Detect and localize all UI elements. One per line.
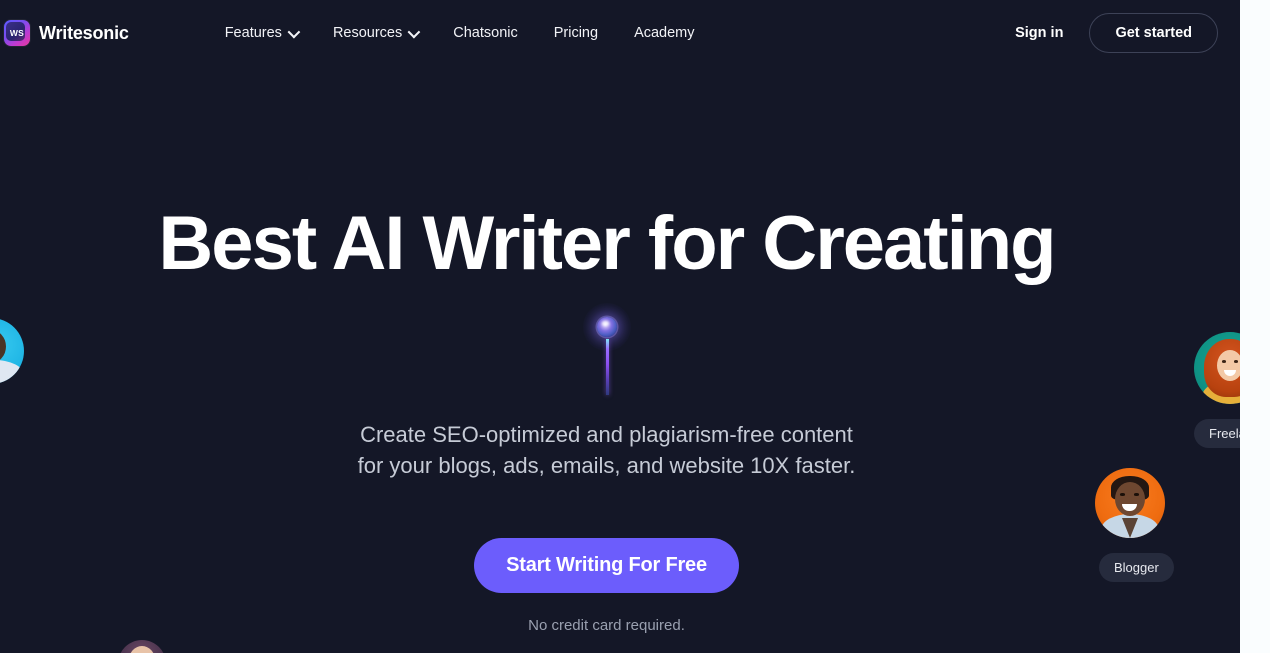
hero-subtext-line1: Create SEO-optimized and plagiarism-free… [360, 422, 853, 447]
nav-item-features[interactable]: Features [207, 19, 315, 47]
nav-item-chatsonic[interactable]: Chatsonic [435, 19, 535, 47]
sign-in-link[interactable]: Sign in [1015, 25, 1063, 41]
nav-label-chatsonic: Chatsonic [453, 25, 518, 41]
avatar-freelancer-label: Freelancer [1194, 419, 1240, 448]
logo-mark-text: WS [9, 28, 25, 38]
landing-page: WS Writesonic Features Resources Chatson… [0, 0, 1240, 653]
avatar-face [129, 646, 155, 653]
hero-section: Best AI Writer for Creating Create SEO-o… [0, 0, 1240, 653]
page-title: Best AI Writer for Creating [158, 201, 1056, 286]
avatar-blogger [1095, 468, 1165, 538]
avatar-eye-left [1222, 360, 1226, 363]
avatar-blogger-label: Blogger [1099, 553, 1174, 582]
get-started-button[interactable]: Get started [1089, 13, 1218, 53]
avatar-body [0, 360, 24, 384]
nav-label-academy: Academy [634, 25, 695, 41]
chevron-down-icon [287, 25, 301, 38]
writesonic-logo-icon: WS [4, 20, 30, 46]
avatar-eye-right [1134, 493, 1139, 496]
nav-label-pricing: Pricing [553, 25, 599, 41]
gradient-beam-icon [606, 339, 609, 395]
nav-item-academy[interactable]: Academy [616, 19, 712, 47]
chevron-down-icon [407, 25, 421, 38]
nav-item-resources[interactable]: Resources [315, 19, 435, 47]
avatar-bottom [118, 640, 166, 653]
ai-orb-decoration [583, 303, 631, 395]
page-right-margin [1240, 0, 1270, 653]
no-credit-card-note: No credit card required. [528, 617, 685, 634]
start-writing-for-free-button[interactable]: Start Writing For Free [474, 538, 739, 593]
site-header: WS Writesonic Features Resources Chatson… [0, 0, 1240, 66]
nav-label-resources: Resources [332, 25, 403, 41]
hero-subtext-line2: for your blogs, ads, emails, and website… [357, 453, 856, 479]
brand-logo[interactable]: WS Writesonic [4, 20, 129, 46]
header-actions: Sign in Get started [1015, 13, 1218, 53]
hero-subtext: Create SEO-optimized and plagiarism-free… [0, 419, 1213, 481]
avatar-eye-left [1120, 493, 1125, 496]
avatar-head [0, 330, 6, 363]
brand-name: Writesonic [39, 22, 129, 43]
avatar-eye-right [1234, 360, 1238, 363]
avatar-left [0, 318, 24, 384]
nav-item-pricing[interactable]: Pricing [536, 19, 616, 47]
avatar-face [1217, 350, 1240, 381]
main-nav: Features Resources Chatsonic Pricing Aca… [207, 19, 713, 47]
glowing-ai-orb-icon [597, 317, 617, 337]
avatar-freelancer [1194, 332, 1240, 404]
nav-label-features: Features [224, 25, 282, 41]
